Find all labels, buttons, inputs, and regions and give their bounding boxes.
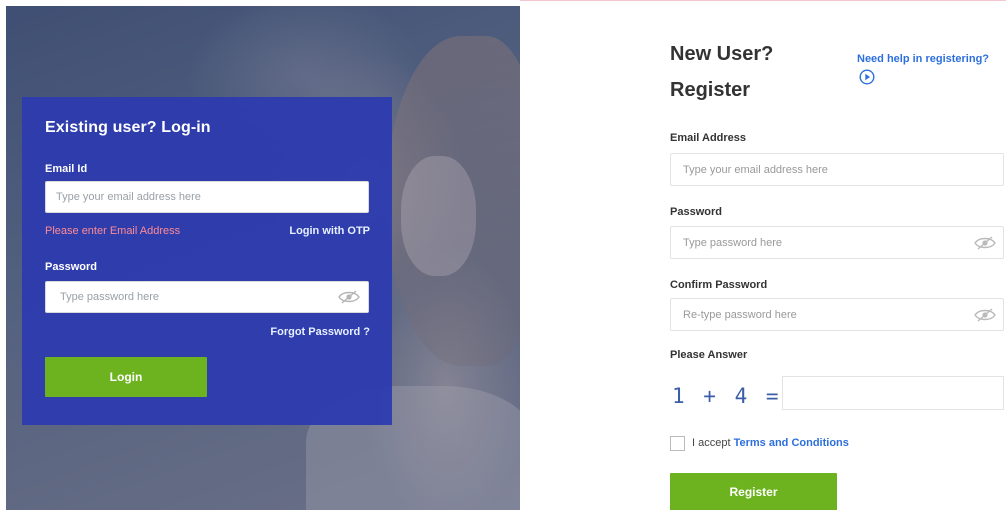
- register-password-label: Password: [670, 206, 722, 218]
- login-with-otp-link[interactable]: Login with OTP: [289, 225, 370, 237]
- register-email-input[interactable]: [670, 153, 1004, 186]
- hero-photo-face: [401, 156, 476, 276]
- eye-off-icon[interactable]: [338, 290, 360, 304]
- login-email-error: Please enter Email Address: [45, 225, 181, 237]
- terms-accept-text: I accept Terms and Conditions: [692, 437, 849, 449]
- login-button[interactable]: Login: [45, 357, 207, 397]
- register-email-label: Email Address: [670, 132, 747, 144]
- register-button[interactable]: Register: [670, 473, 837, 510]
- eye-off-icon[interactable]: [974, 308, 996, 322]
- login-email-input[interactable]: [45, 181, 369, 213]
- play-circle-icon[interactable]: [859, 69, 875, 85]
- login-title: Existing user? Log-in: [45, 119, 211, 136]
- register-panel: New User? Register Need help in register…: [520, 0, 1006, 510]
- register-password-input[interactable]: [670, 226, 1004, 259]
- register-help-link[interactable]: Need help in registering?: [857, 53, 989, 65]
- captcha-question: 1 + 4 =: [672, 384, 782, 408]
- register-confirm-password-input[interactable]: [670, 298, 1004, 331]
- forgot-password-link[interactable]: Forgot Password ?: [270, 326, 370, 338]
- captcha-answer-input[interactable]: [782, 376, 1004, 410]
- login-password-label: Password: [45, 261, 97, 273]
- terms-accept-prefix: I accept: [692, 437, 734, 449]
- login-email-label: Email Id: [45, 163, 88, 175]
- login-card: Existing user? Log-in Email Id Please en…: [22, 97, 392, 425]
- register-title: New User? Register: [670, 43, 774, 101]
- register-confirm-password-label: Confirm Password: [670, 279, 768, 291]
- terms-and-conditions-link[interactable]: Terms and Conditions: [734, 437, 849, 449]
- login-password-input[interactable]: [45, 281, 369, 313]
- eye-off-icon[interactable]: [974, 236, 996, 250]
- terms-checkbox[interactable]: [670, 436, 685, 451]
- register-answer-label: Please Answer: [670, 349, 748, 361]
